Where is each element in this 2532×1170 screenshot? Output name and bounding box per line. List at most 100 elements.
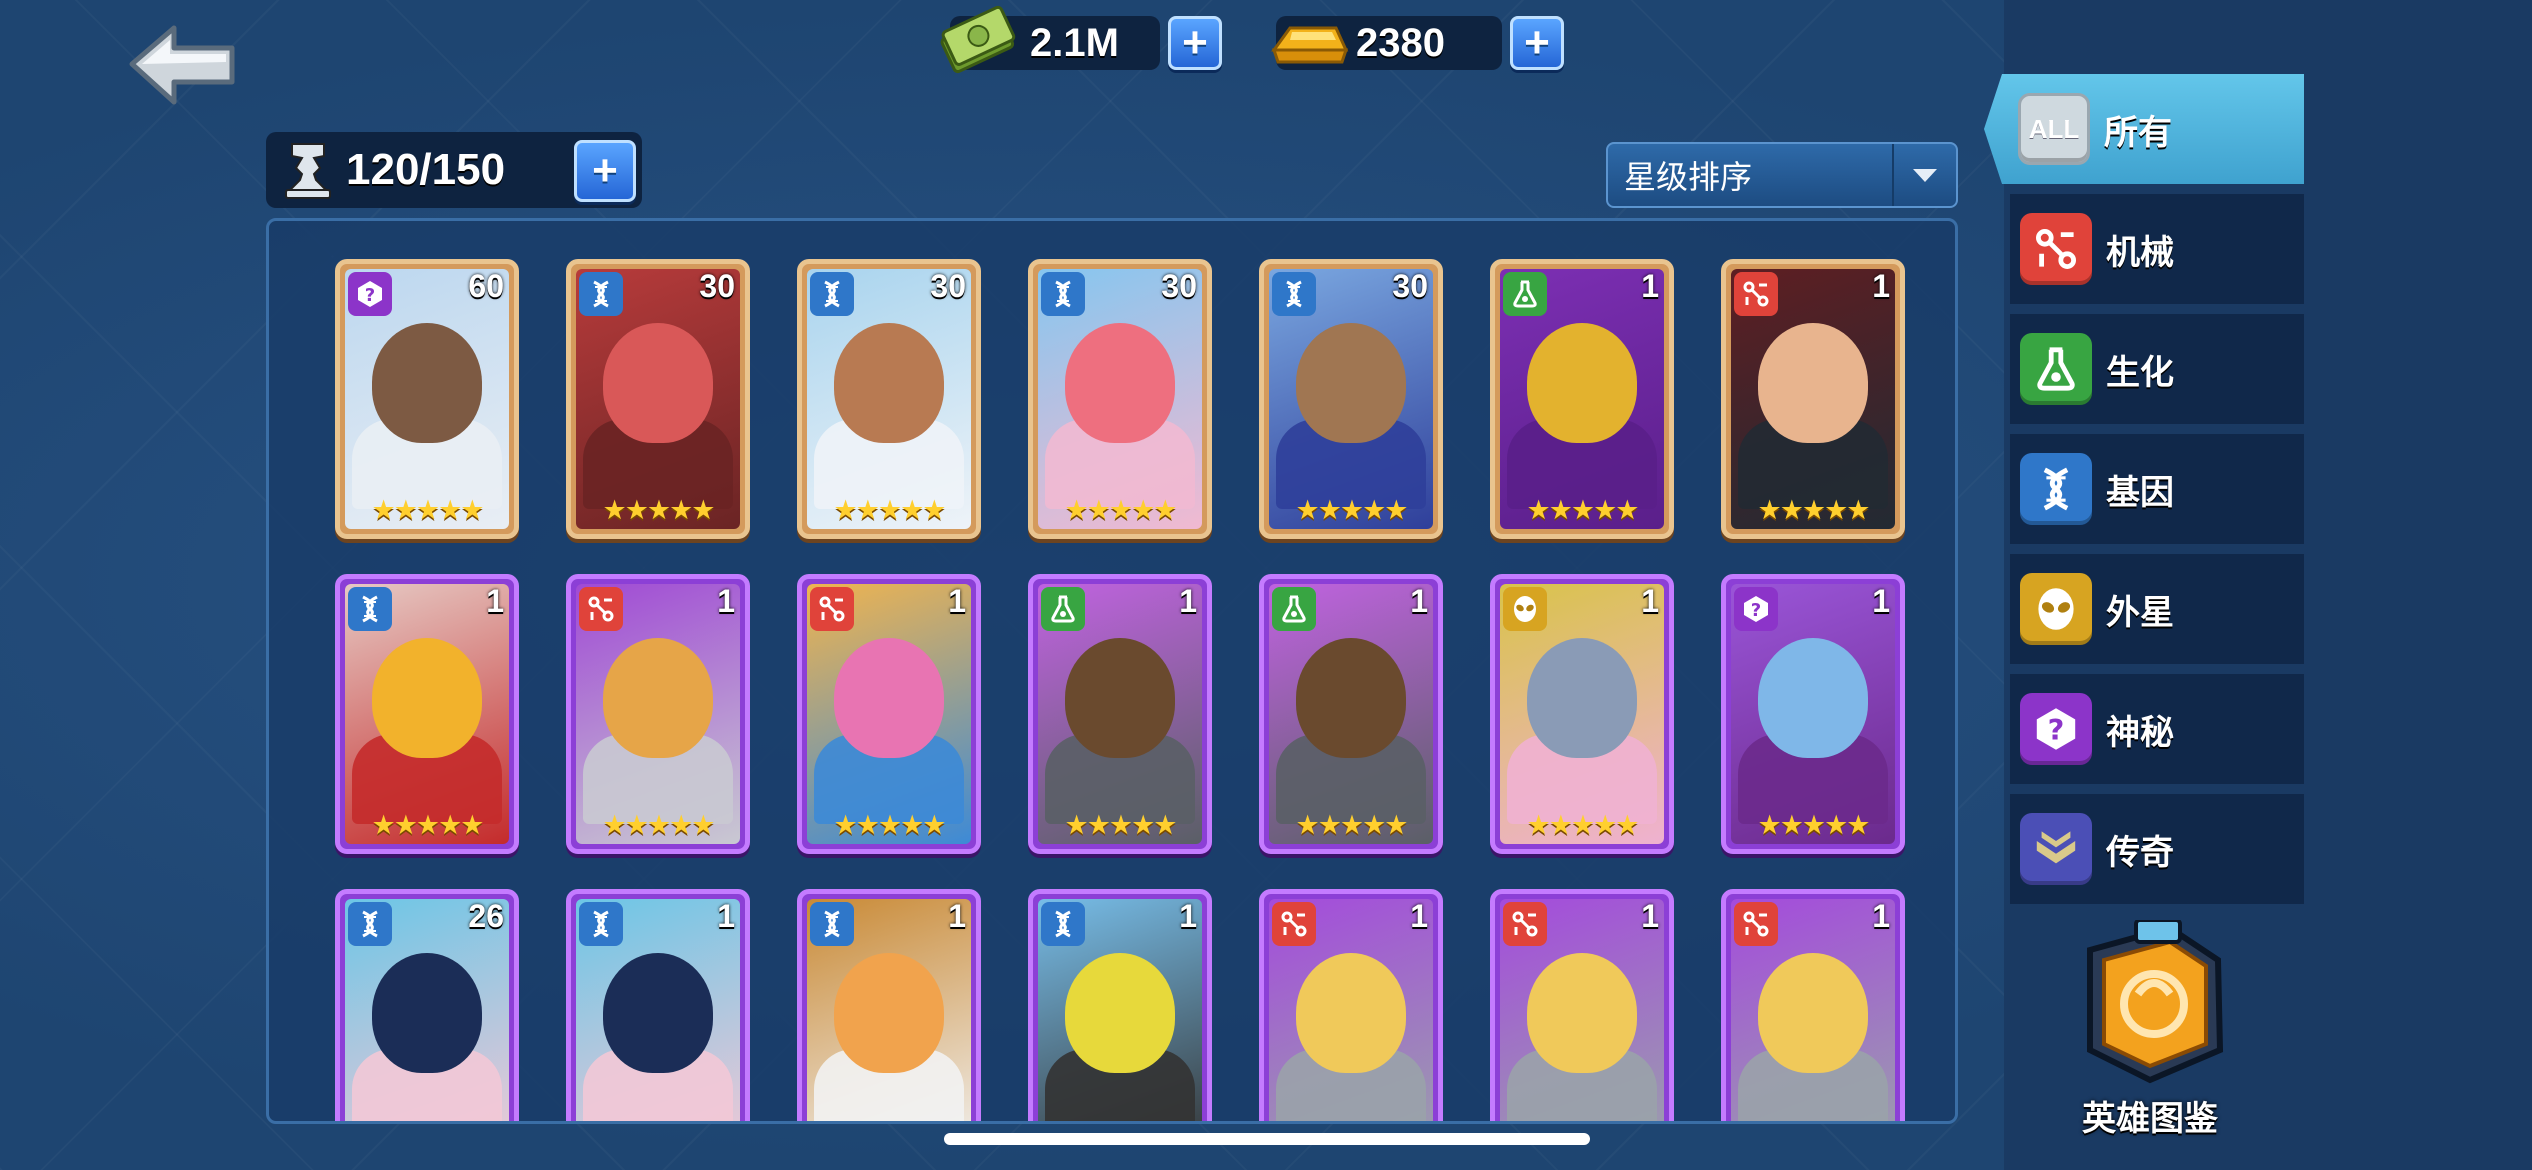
hero-level: 1 (1641, 898, 1659, 934)
hero-card[interactable]: 1 (1721, 889, 1905, 1121)
sidebar-item[interactable]: 外星 (2010, 554, 2304, 664)
mech-icon (1734, 902, 1778, 946)
hero-card[interactable]: 1 ★★★★★ (797, 574, 981, 854)
sidebar-item[interactable]: 机械 (2010, 194, 2304, 304)
hero-card[interactable]: 1 ★★★★★ (566, 574, 750, 854)
sidebar-item-label: 神秘 (2106, 713, 2174, 752)
hero-face-shape (834, 323, 944, 444)
codex-label: 英雄图鉴 (2082, 1100, 2218, 1138)
hero-card[interactable]: 30 ★★★★★ (1259, 259, 1443, 539)
hero-card[interactable]: 1 (566, 889, 750, 1121)
capacity-value: 120/150 (346, 145, 506, 194)
star-rating: ★★★★★ (371, 495, 484, 525)
hero-card[interactable]: 1 (1259, 889, 1443, 1121)
gold-bar-icon (1266, 6, 1352, 81)
hero-face-shape (1527, 953, 1637, 1074)
hero-level: 1 (717, 583, 735, 619)
sidebar-item-label: 所有 (2104, 113, 2172, 152)
dna-icon (810, 272, 854, 316)
sidebar-item[interactable]: ? 神秘 (2010, 674, 2304, 784)
sidebar-item[interactable]: 传奇 (2010, 794, 2304, 904)
hero-face-shape (1527, 323, 1637, 444)
mech-icon (1272, 902, 1316, 946)
sidebar-item[interactable]: ALL 所有 (1984, 74, 2304, 184)
hero-card[interactable]: 30 ★★★★★ (1028, 259, 1212, 539)
hero-codex-button[interactable]: 英雄图鉴 (2050, 918, 2250, 1140)
star-rating: ★★★★★ (371, 810, 484, 840)
hero-card[interactable]: 1 (797, 889, 981, 1121)
sidebar-item[interactable]: 基因 (2010, 434, 2304, 544)
expand-capacity-button[interactable]: + (574, 140, 636, 202)
hero-card[interactable]: 1 ★★★★★ (335, 574, 519, 854)
hero-face-shape (372, 638, 482, 759)
star-rating: ★★★★★ (602, 495, 715, 525)
hero-card[interactable]: 1 ★★★★★ (1259, 574, 1443, 854)
hero-level: 1 (1179, 583, 1197, 619)
dna-icon (579, 272, 623, 316)
dna-icon (348, 902, 392, 946)
hero-face-shape (834, 953, 944, 1074)
hero-card[interactable]: ? 60 ★★★★★ (335, 259, 519, 539)
dna-icon (1272, 272, 1316, 316)
hero-capacity: 120/150 + (266, 132, 642, 208)
hero-card[interactable]: 1 (1028, 889, 1212, 1121)
dna-icon (2020, 453, 2092, 525)
hero-level: 1 (1179, 898, 1197, 934)
hero-face-shape (834, 638, 944, 759)
sidebar-item-label: 传奇 (2106, 833, 2174, 872)
hero-card[interactable]: ? 1 ★★★★★ (1721, 574, 1905, 854)
hero-level: 1 (1410, 898, 1428, 934)
back-button[interactable] (128, 22, 238, 112)
dna-icon (810, 902, 854, 946)
hero-level: 1 (948, 583, 966, 619)
sort-dropdown[interactable]: 星级排序 (1606, 142, 1958, 208)
add-cash-button[interactable]: + (1168, 16, 1222, 70)
hero-level: 1 (1872, 268, 1890, 304)
hero-level: 30 (1161, 268, 1197, 304)
hero-level: 26 (468, 898, 504, 934)
svg-text:?: ? (365, 285, 375, 306)
sidebar-item-label: 基因 (2106, 473, 2174, 512)
hero-card[interactable]: 1 ★★★★★ (1490, 574, 1674, 854)
hero-card[interactable]: 1 ★★★★★ (1490, 259, 1674, 539)
hero-level: 1 (486, 583, 504, 619)
hero-level: 1 (1410, 583, 1428, 619)
hero-face-shape (1296, 638, 1406, 759)
hero-face-shape (1065, 953, 1175, 1074)
back-arrow-icon (129, 25, 235, 105)
hero-bust-icon (280, 140, 336, 207)
hero-face-shape (603, 323, 713, 444)
hero-level: 30 (1392, 268, 1428, 304)
hero-face-shape (1758, 953, 1868, 1074)
svg-text:?: ? (2048, 713, 2065, 747)
hero-level: 30 (699, 268, 735, 304)
hero-level: 1 (1872, 898, 1890, 934)
hero-card[interactable]: 1 ★★★★★ (1721, 259, 1905, 539)
dna-icon (1041, 902, 1085, 946)
hero-face-shape (372, 953, 482, 1074)
add-gold-button[interactable]: + (1510, 16, 1564, 70)
sidebar-item-label: 生化 (2106, 353, 2174, 392)
hero-face-shape (1296, 953, 1406, 1074)
svg-text:?: ? (1751, 600, 1761, 621)
hero-level: 1 (1872, 583, 1890, 619)
hero-card[interactable]: 30 ★★★★★ (566, 259, 750, 539)
plus-icon: + (592, 146, 618, 195)
star-rating: ★★★★★ (1064, 810, 1177, 840)
gold-counter: 2380 + (1271, 16, 1564, 70)
hero-level: 30 (930, 268, 966, 304)
sidebar-item[interactable]: 生化 (2010, 314, 2304, 424)
mech-icon (2020, 213, 2092, 285)
star-rating: ★★★★★ (833, 495, 946, 525)
hero-level: 60 (468, 268, 504, 304)
hero-card[interactable]: 1 ★★★★★ (1028, 574, 1212, 854)
hero-level: 1 (1641, 268, 1659, 304)
mech-icon (1503, 902, 1547, 946)
sidebar-item-label: 机械 (2106, 233, 2174, 272)
sidebar-item-label: 外星 (2106, 593, 2174, 632)
hero-card[interactable]: 30 ★★★★★ (797, 259, 981, 539)
hero-card[interactable]: 1 (1490, 889, 1674, 1121)
star-rating: ★★★★★ (1064, 495, 1177, 525)
hero-card[interactable]: 26 (335, 889, 519, 1121)
star-rating: ★★★★★ (1295, 495, 1408, 525)
